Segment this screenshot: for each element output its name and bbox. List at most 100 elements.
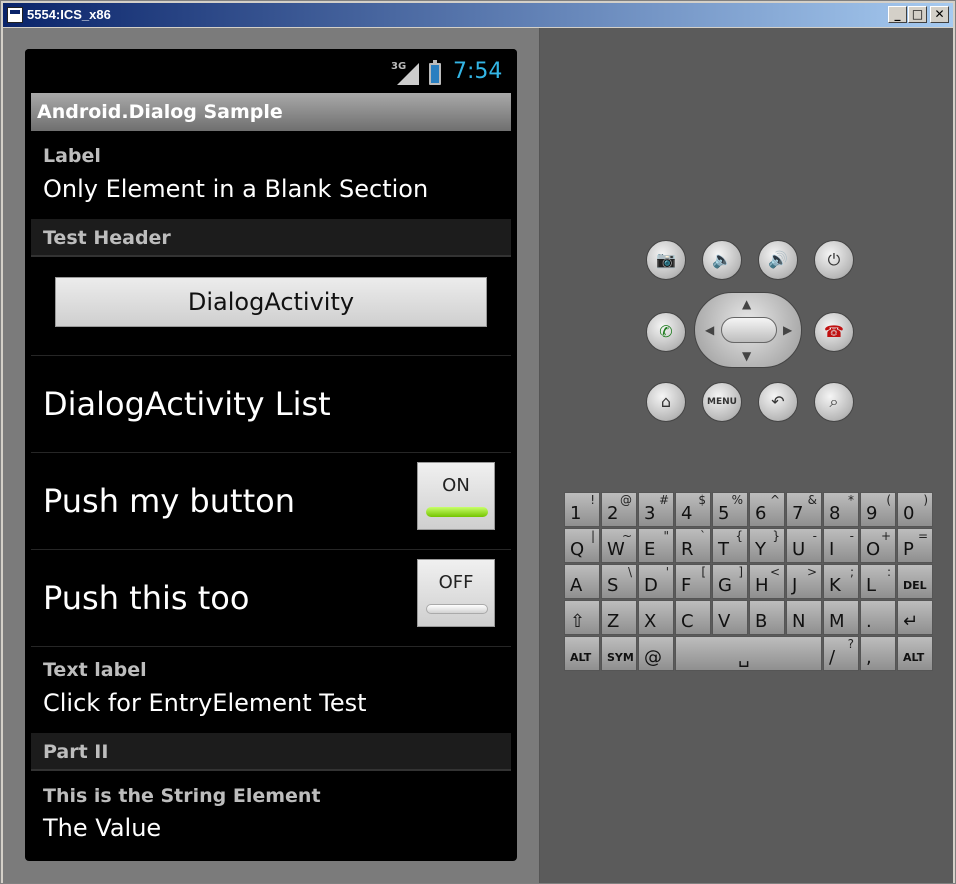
key-comma[interactable]: , (860, 636, 896, 671)
key-w[interactable]: W ~ (601, 528, 637, 563)
volume-up-icon[interactable]: 🔊 (758, 240, 798, 280)
key-j[interactable]: J > (786, 564, 822, 599)
key-o[interactable]: O + (860, 528, 896, 563)
text-label: Text label (43, 659, 147, 681)
status-bar: 3G 7:54 (25, 49, 517, 93)
key-c[interactable]: C (675, 600, 711, 635)
key-5[interactable]: 5% (712, 492, 748, 527)
push-button-toggle[interactable]: ON (417, 462, 495, 530)
section1-value[interactable]: Only Element in a Blank Section (43, 175, 428, 203)
key-8[interactable]: 8 * (823, 492, 859, 527)
menu-button[interactable]: MENU (702, 382, 742, 422)
string-element-value[interactable]: The Value (43, 814, 161, 842)
toggle-indicator (426, 604, 488, 614)
device-frame: 3G 7:54 Android.Dialog Sample Label Only… (3, 28, 539, 883)
dpad-center-button[interactable] (721, 317, 777, 343)
key-y[interactable]: Y} (749, 528, 785, 563)
key-r[interactable]: R ` (675, 528, 711, 563)
dpad-left-icon[interactable]: ◀ (705, 323, 714, 337)
window-app-icon (7, 7, 23, 23)
divider (31, 452, 511, 453)
key-i[interactable]: I- (823, 528, 859, 563)
key-x[interactable]: X (638, 600, 674, 635)
key-4[interactable]: 4 $ (675, 492, 711, 527)
key-m[interactable]: M (823, 600, 859, 635)
title-bar[interactable]: 5554:ICS_x86 _ □ ✕ (3, 3, 953, 27)
key-l[interactable]: L: (860, 564, 896, 599)
push-button-label: Push my button (43, 482, 295, 520)
key-alt-left[interactable]: ALT (564, 636, 600, 671)
key-q[interactable]: Q | (564, 528, 600, 563)
key-at[interactable]: @ (638, 636, 674, 671)
key-n[interactable]: N (786, 600, 822, 635)
device-screen[interactable]: 3G 7:54 Android.Dialog Sample Label Only… (25, 49, 517, 861)
shift-icon[interactable]: ⇧ (564, 600, 600, 635)
key-3[interactable]: 3 # (638, 492, 674, 527)
action-bar-title: Android.Dialog Sample (31, 93, 511, 131)
status-time: 7:54 (453, 59, 503, 84)
key-e[interactable]: E " (638, 528, 674, 563)
divider (31, 549, 511, 550)
key-b[interactable]: B (749, 600, 785, 635)
key-g[interactable]: G] (712, 564, 748, 599)
key-sym[interactable]: SYM (601, 636, 637, 671)
key-v[interactable]: V (712, 600, 748, 635)
key-alt-right[interactable]: ALT (897, 636, 933, 671)
dialog-activity-list[interactable]: DialogActivity List (43, 385, 331, 423)
volume-down-icon[interactable]: 🔈 (702, 240, 742, 280)
key-u[interactable]: U- (786, 528, 822, 563)
entry-element-test[interactable]: Click for EntryElement Test (43, 689, 367, 717)
key-7[interactable]: 7 & (786, 492, 822, 527)
string-element-label: This is the String Element (43, 785, 321, 807)
battery-icon (429, 60, 441, 85)
key-del[interactable]: DEL (897, 564, 933, 599)
key-p[interactable]: P = (897, 528, 933, 563)
signal-icon (397, 63, 419, 85)
section1-label: Label (43, 145, 101, 167)
emulator-window: 5554:ICS_x86 _ □ ✕ 3G 7:54 Android.Dialo… (0, 0, 956, 884)
dpad[interactable]: ▲ ▼ ◀ ▶ (694, 292, 802, 368)
key-period[interactable]: . (860, 600, 896, 635)
toggle-off-text: OFF (438, 572, 474, 593)
enter-icon[interactable]: ↵ (897, 600, 933, 635)
camera-icon[interactable]: 📷 (646, 240, 686, 280)
divider (31, 355, 511, 356)
test-header: Test Header (31, 219, 511, 257)
emulator-controls: 📷 🔈 🔊 ⏻ ✆ ▲ ▼ ◀ ▶ ☎ ⌂ MENU ↶ ⌕ 1! 2 @ 3 … (539, 28, 953, 883)
minimize-button[interactable]: _ (888, 6, 907, 23)
dialog-activity-button[interactable]: DialogActivity (55, 277, 487, 327)
key-2[interactable]: 2 @ (601, 492, 637, 527)
key-1[interactable]: 1! (564, 492, 600, 527)
back-icon[interactable]: ↶ (758, 382, 798, 422)
hardware-keyboard: 1! 2 @ 3 # 4 $ 5% 6 ^ 7 & 8 * 9( 0) Q | W ~ E " R… (564, 492, 936, 672)
key-slash[interactable]: /? (823, 636, 859, 671)
dpad-up-icon[interactable]: ▲ (742, 297, 751, 311)
key-d[interactable]: D ' (638, 564, 674, 599)
maximize-button[interactable]: □ (908, 6, 927, 23)
key-f[interactable]: F[ (675, 564, 711, 599)
key-9[interactable]: 9( (860, 492, 896, 527)
key-a[interactable]: A (564, 564, 600, 599)
power-icon[interactable]: ⏻ (814, 240, 854, 280)
key-0[interactable]: 0) (897, 492, 933, 527)
home-icon[interactable]: ⌂ (646, 382, 686, 422)
call-icon[interactable]: ✆ (646, 312, 686, 352)
part2-header: Part II (31, 733, 511, 771)
key-k[interactable]: K; (823, 564, 859, 599)
toggle-indicator (426, 507, 488, 517)
dpad-right-icon[interactable]: ▶ (783, 323, 792, 337)
dpad-down-icon[interactable]: ▼ (742, 349, 751, 363)
emulator-client: 3G 7:54 Android.Dialog Sample Label Only… (3, 28, 953, 883)
end-call-icon[interactable]: ☎ (814, 312, 854, 352)
search-icon[interactable]: ⌕ (814, 382, 854, 422)
toggle-on-text: ON (442, 475, 470, 496)
push-too-label: Push this too (43, 579, 250, 617)
key-h[interactable]: H < (749, 564, 785, 599)
key-z[interactable]: Z (601, 600, 637, 635)
push-too-toggle[interactable]: OFF (417, 559, 495, 627)
key-6[interactable]: 6 ^ (749, 492, 785, 527)
key-s[interactable]: S \ (601, 564, 637, 599)
key-space[interactable]: ␣ (675, 636, 822, 671)
close-button[interactable]: ✕ (930, 6, 949, 23)
key-t[interactable]: T{ (712, 528, 748, 563)
